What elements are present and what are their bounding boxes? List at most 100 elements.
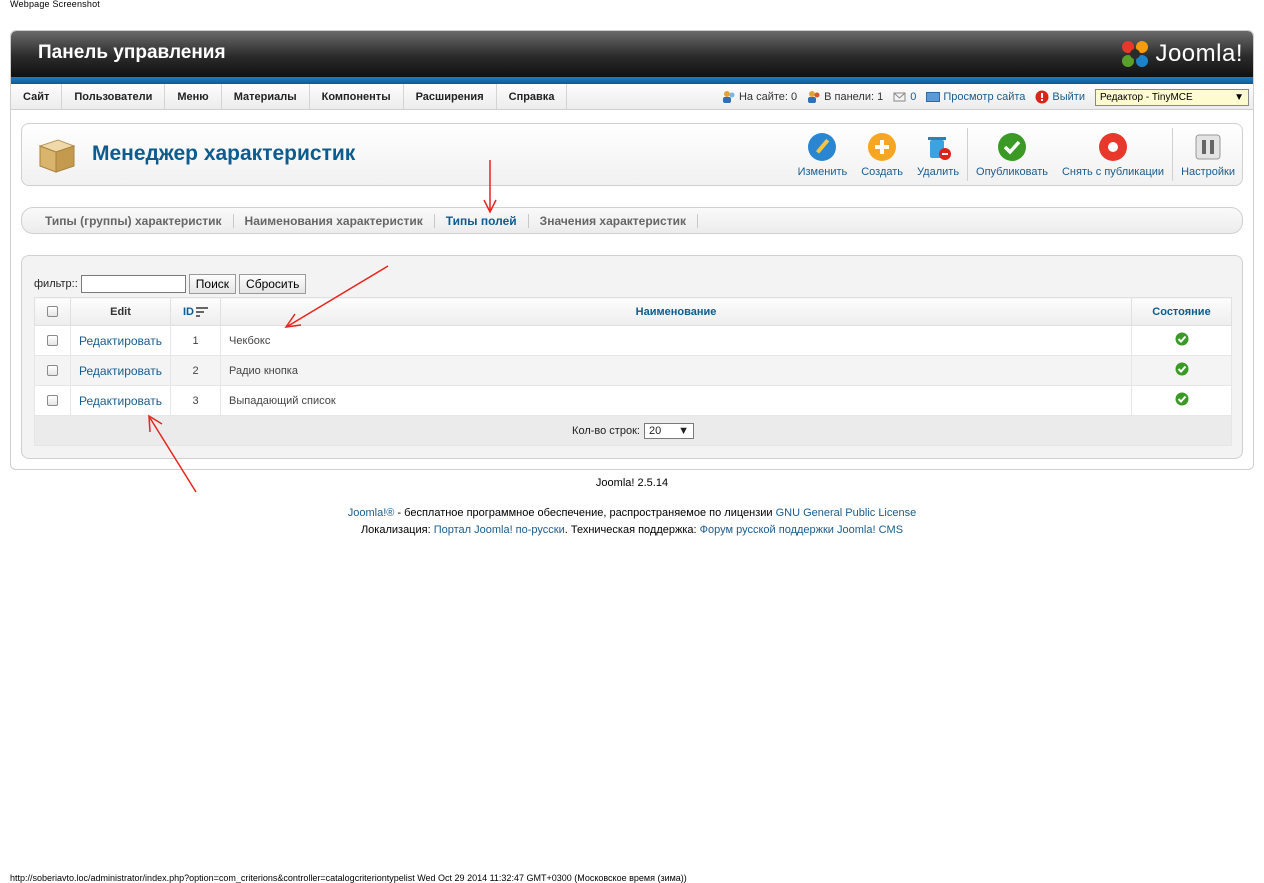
name-column-header[interactable]: Наименование xyxy=(220,297,1132,326)
joomla-link[interactable]: Joomla!® xyxy=(348,507,395,519)
tab-criterion-names[interactable]: Наименования характеристик xyxy=(234,213,435,228)
status-logout[interactable]: Выйти xyxy=(1035,90,1085,104)
pagination-cell: Кол-во строк: 20 ▼ xyxy=(34,415,1232,446)
menu-content[interactable]: Материалы xyxy=(222,84,310,109)
row-id: 2 xyxy=(170,355,221,386)
menu-menus[interactable]: Меню xyxy=(165,84,222,109)
pagination-row: Кол-во строк: 20 ▼ xyxy=(34,415,1232,446)
portal-link[interactable]: Портал Joomla! по-русски xyxy=(434,524,565,536)
header-stripe xyxy=(11,77,1253,84)
published-icon[interactable] xyxy=(1175,332,1189,346)
filter-bar: фильтр:: Поиск Сбросить xyxy=(34,274,307,294)
status-online: На сайте: 0 xyxy=(722,90,797,104)
admins-online-icon xyxy=(808,91,820,103)
screenshot-url-caption: http://soberiavto.loc/administrator/inde… xyxy=(10,873,687,883)
gpl-link[interactable]: GNU General Public License xyxy=(776,507,917,519)
tab-criterion-values[interactable]: Значения характеристик xyxy=(529,213,698,228)
joomla-logo[interactable]: Joomla! xyxy=(1119,38,1243,70)
menu-help[interactable]: Справка xyxy=(497,84,568,109)
dropdown-arrow-icon: ▼ xyxy=(1234,91,1244,103)
publish-button[interactable]: Опубликовать xyxy=(969,124,1055,185)
screenshot-caption: Webpage Screenshot xyxy=(10,0,100,9)
toolbar-panel: Менеджер характеристик Изменить Создать … xyxy=(21,123,1243,186)
row-edit-cell: Редактировать xyxy=(70,355,171,386)
filter-input[interactable] xyxy=(80,275,186,293)
pencil-icon xyxy=(808,133,837,161)
messages-icon xyxy=(893,92,906,102)
options-button[interactable]: Настройки xyxy=(1174,124,1242,185)
settings-icon xyxy=(1195,134,1221,160)
menu-components[interactable]: Компоненты xyxy=(310,84,404,109)
joomla-wordmark: Joomla! xyxy=(1155,40,1243,67)
editor-select[interactable]: Редактор - TinyMCE ▼ xyxy=(1095,88,1249,106)
submenu-tabs: Типы (группы) характеристик Наименования… xyxy=(21,207,1243,234)
footer-line-1: Joomla!® - бесплатное программное обеспе… xyxy=(347,507,917,519)
id-column-header[interactable]: ID xyxy=(170,297,221,326)
admin-frame: Панель управления Joomla! Сайт Пользоват… xyxy=(10,30,1254,470)
row-checkbox-cell xyxy=(34,325,71,356)
row-checkbox-cell xyxy=(34,385,71,416)
list-limit-label: Кол-во строк: xyxy=(572,424,640,437)
search-button[interactable]: Поиск xyxy=(188,274,237,294)
menu-users[interactable]: Пользователи xyxy=(62,84,166,109)
state-column-header[interactable]: Состояние xyxy=(1131,297,1232,326)
toolbar-buttons: Изменить Создать Удалить Опубликовать Сн… xyxy=(791,124,1242,185)
content-panel: фильтр:: Поиск Сбросить Edit ID Наименов… xyxy=(21,255,1243,459)
list-limit-select[interactable]: 20 ▼ xyxy=(643,422,694,439)
row-state-cell xyxy=(1131,325,1232,356)
row-edit-cell: Редактировать xyxy=(70,325,171,356)
footer-line-2: Локализация: Портал Joomla! по-русски. Т… xyxy=(360,524,904,536)
published-icon[interactable] xyxy=(1175,392,1189,406)
logout-icon xyxy=(1035,90,1049,104)
row-id: 3 xyxy=(170,385,221,416)
row-name: Выпадающий список xyxy=(220,385,1132,416)
row-checkbox-cell xyxy=(34,355,71,386)
status-admins: В панели: 1 xyxy=(807,90,883,104)
table-row: Редактировать 1 Чекбокс xyxy=(34,325,1232,356)
table-header-row: Edit ID Наименование Состояние xyxy=(34,297,1232,326)
header-title: Панель управления xyxy=(38,42,226,63)
row-edit-cell: Редактировать xyxy=(70,385,171,416)
row-checkbox[interactable] xyxy=(47,365,58,377)
monitor-icon xyxy=(926,91,941,102)
users-online-icon xyxy=(722,91,735,103)
edit-link[interactable]: Редактировать xyxy=(79,334,162,348)
sort-icon xyxy=(196,306,208,317)
table-row: Редактировать 2 Радио кнопка xyxy=(34,355,1232,386)
page-title: Менеджер характеристик xyxy=(92,142,356,165)
menu-site[interactable]: Сайт xyxy=(11,84,63,109)
filter-label: фильтр:: xyxy=(34,278,78,290)
main-menubar: Сайт Пользователи Меню Материалы Компоне… xyxy=(11,84,1253,110)
status-preview[interactable]: Просмотр сайта xyxy=(926,91,1025,103)
edit-link[interactable]: Редактировать xyxy=(79,394,162,408)
edit-column-header: Edit xyxy=(70,297,171,326)
delete-button[interactable]: Удалить xyxy=(910,124,966,185)
create-button[interactable]: Создать xyxy=(854,124,910,185)
published-icon[interactable] xyxy=(1175,362,1189,376)
row-id: 1 xyxy=(170,325,221,356)
tab-criterion-groups[interactable]: Типы (группы) характеристик xyxy=(34,213,234,228)
trash-icon xyxy=(928,137,952,160)
field-types-table: Edit ID Наименование Состояние Редактиро… xyxy=(34,297,1232,446)
row-checkbox[interactable] xyxy=(47,395,58,407)
admin-header: Панель управления Joomla! xyxy=(11,31,1253,77)
edit-link[interactable]: Редактировать xyxy=(79,364,162,378)
toolbar-separator xyxy=(967,128,969,181)
menu-extensions[interactable]: Расширения xyxy=(404,84,497,109)
tab-field-types[interactable]: Типы полей xyxy=(435,213,529,228)
row-checkbox[interactable] xyxy=(47,335,58,347)
unpublish-icon xyxy=(1099,133,1128,161)
forum-link[interactable]: Форум русской поддержки Joomla! CMS xyxy=(700,524,903,536)
row-state-cell xyxy=(1131,355,1232,386)
reset-button[interactable]: Сбросить xyxy=(239,274,307,294)
edit-button[interactable]: Изменить xyxy=(791,124,855,185)
row-name: Чекбокс xyxy=(220,325,1132,356)
dropdown-arrow-icon: ▼ xyxy=(678,424,689,437)
toolbar-separator xyxy=(1172,128,1174,181)
list-limit: Кол-во строк: 20 ▼ xyxy=(572,422,694,439)
select-all-checkbox[interactable] xyxy=(47,306,58,318)
row-state-cell xyxy=(1131,385,1232,416)
unpublish-button[interactable]: Снять с публикации xyxy=(1055,124,1171,185)
status-messages[interactable]: 0 xyxy=(893,91,916,103)
joomla-mark-icon xyxy=(1122,41,1149,67)
